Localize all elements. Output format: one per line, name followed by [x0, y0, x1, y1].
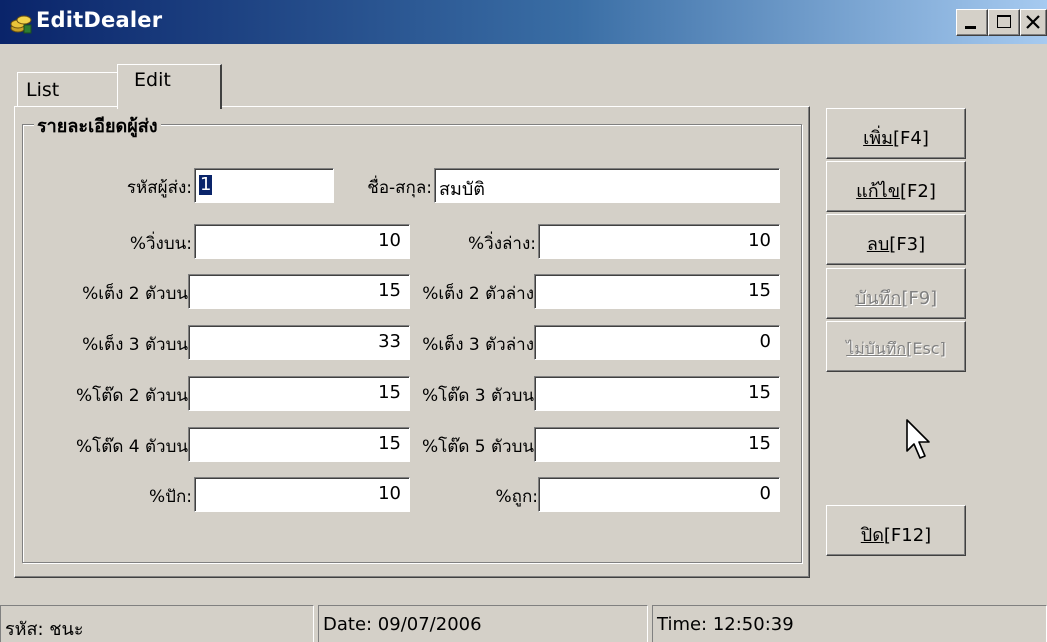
- maximize-button[interactable]: [988, 9, 1020, 36]
- edit-button[interactable]: แก้ไข[F2]: [826, 161, 966, 212]
- dealer-code-value: 1: [199, 174, 213, 195]
- group-title: รายละเอียดผู้ส่ง: [34, 111, 161, 140]
- minimize-icon: [965, 26, 976, 29]
- tod3-top-label: %โต๊ด 3 ตัวบน: [422, 386, 534, 406]
- full-name-input[interactable]: สมบัติ: [434, 168, 780, 203]
- add-button[interactable]: เพิ่ม[F4]: [826, 108, 966, 159]
- correct-input[interactable]: 0: [538, 477, 780, 512]
- run-top-label: %วิ่งบน:: [129, 234, 192, 254]
- close-button-label: ปิด: [860, 525, 884, 546]
- tab-list[interactable]: List: [17, 72, 119, 106]
- three-top-input[interactable]: 33: [188, 325, 410, 360]
- tab-edit-label: Edit: [134, 69, 171, 91]
- tab-list-label: List: [26, 79, 60, 101]
- save-button-label: บันทึก: [854, 288, 902, 309]
- two-bottom-label: %เต็ง 2 ตัวล่าง: [422, 284, 534, 304]
- delete-button-label: ลบ: [866, 234, 890, 255]
- tod2-top-label: %โต๊ด 2 ตัวบน: [76, 386, 188, 406]
- tod5-top-input[interactable]: 15: [534, 427, 780, 462]
- status-user: รหัส: ชนะ: [0, 605, 314, 642]
- add-button-label: เพิ่ม: [863, 128, 894, 149]
- run-bottom-label: %วิ่งล่าง:: [468, 234, 536, 254]
- cancel-button-label: ไม่บันทึก: [846, 339, 907, 358]
- save-button[interactable]: บันทึก[F9]: [826, 268, 966, 319]
- dealer-code-label: รหัสผู้ส่ง:: [126, 178, 192, 198]
- save-button-key: [F9]: [901, 288, 938, 309]
- status-date: Date: 09/07/2006: [318, 605, 648, 642]
- dealer-code-input[interactable]: 1: [194, 168, 334, 203]
- two-top-input[interactable]: 15: [188, 274, 410, 309]
- full-name-label: ชื่อ-สกุล:: [367, 178, 432, 198]
- delete-button[interactable]: ลบ[F3]: [826, 214, 966, 265]
- close-icon: [1026, 15, 1040, 29]
- run-bottom-input[interactable]: 10: [538, 224, 780, 259]
- minimize-button[interactable]: [956, 9, 988, 36]
- tod2-top-input[interactable]: 15: [188, 376, 410, 411]
- tod5-top-label: %โต๊ด 5 ตัวบน: [422, 437, 534, 457]
- coins-app-icon: [10, 15, 32, 34]
- maximize-icon: [997, 15, 1011, 28]
- edit-button-label: แก้ไข: [856, 181, 900, 202]
- deduct-input[interactable]: 10: [194, 477, 410, 512]
- add-button-key: [F4]: [893, 128, 929, 149]
- two-top-label: %เต็ง 2 ตัวบน: [82, 284, 188, 304]
- correct-label: %ถูก:: [495, 487, 538, 507]
- delete-button-key: [F3]: [889, 234, 926, 255]
- close-button[interactable]: ปิด[F12]: [826, 505, 966, 556]
- tod4-top-label: %โต๊ด 4 ตัวบน: [76, 437, 188, 457]
- close-button-key: [F12]: [883, 525, 932, 546]
- three-bottom-input[interactable]: 0: [534, 325, 780, 360]
- tod4-top-input[interactable]: 15: [188, 427, 410, 462]
- two-bottom-input[interactable]: 15: [534, 274, 780, 309]
- deduct-label: %ปัก:: [149, 487, 192, 507]
- run-top-input[interactable]: 10: [194, 224, 410, 259]
- three-top-label: %เต็ง 3 ตัวบน: [82, 335, 188, 355]
- tod3-top-input[interactable]: 15: [534, 376, 780, 411]
- cancel-button[interactable]: ไม่บันทึก[Esc]: [826, 321, 966, 372]
- close-window-button[interactable]: [1020, 9, 1047, 36]
- window-title: EditDealer: [36, 8, 163, 32]
- edit-button-key: [F2]: [900, 181, 936, 202]
- status-time: Time: 12:50:39: [652, 605, 1047, 642]
- three-bottom-label: %เต็ง 3 ตัวล่าง: [422, 335, 534, 355]
- cancel-button-key: [Esc]: [906, 339, 946, 358]
- mouse-pointer-icon: [906, 419, 930, 459]
- tab-edit[interactable]: Edit: [117, 64, 222, 109]
